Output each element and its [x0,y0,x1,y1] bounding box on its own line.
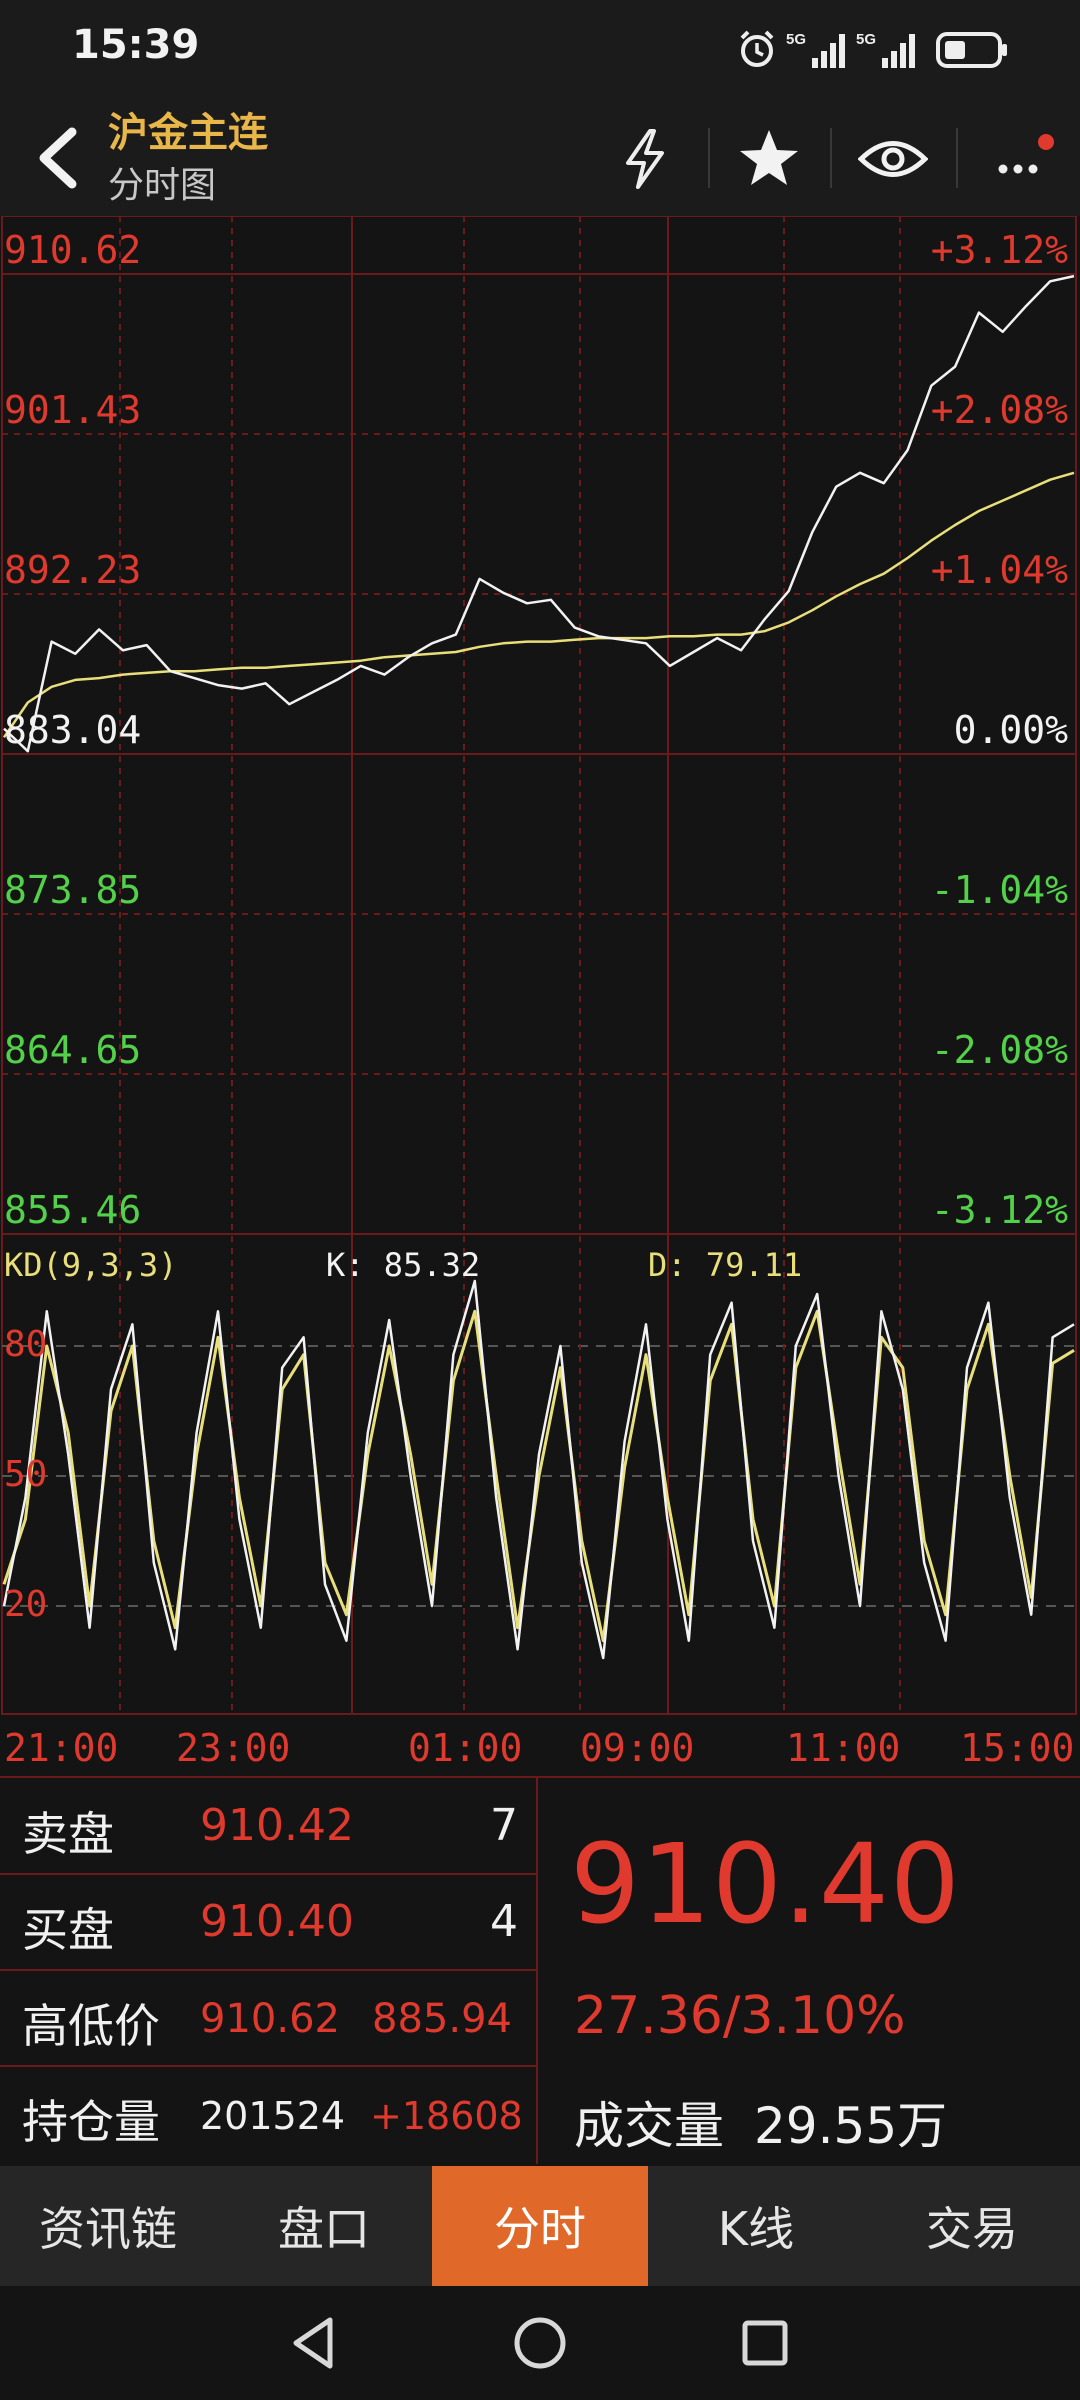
signal-5g-icon: 5G [856,30,920,74]
open-interest-value: 201524 [200,2094,346,2138]
nav-back-button[interactable] [280,2308,350,2378]
ask-qty: 7 [490,1800,518,1851]
app-header: 沪金主连 分时图 [0,100,1080,216]
kd-level-label: 20 [4,1584,48,1625]
high-low-row: 高低价 910.62 885.94 [0,1970,536,2067]
kd-d-value: D: 79.11 [648,1246,803,1284]
time-axis-label: 23:00 [176,1726,291,1770]
circle-home-icon [514,2317,566,2369]
panel-divider [536,1776,538,2164]
chevron-left-icon [39,127,77,189]
svg-text:5G: 5G [856,31,876,48]
status-time: 15:39 [72,22,200,68]
price-axis-label: 901.43 [4,388,142,432]
ask-label: 卖盘 [22,1807,114,1861]
header-divider [956,128,958,188]
kd-title: KD(9,3,3) [4,1246,178,1284]
intraday-chart[interactable]: 910.62 901.43 892.23 883.04 873.85 864.6… [0,215,1080,1776]
open-interest-row: 持仓量 201524 +18608 [0,2066,536,2161]
more-button[interactable] [976,114,1066,204]
pct-axis-label: -1.04% [930,868,1068,912]
price-line [3,274,1075,753]
tab-intraday[interactable]: 分时 [432,2166,648,2286]
bid-row: 买盘 910.40 4 [0,1874,536,1971]
flash-button[interactable] [600,114,690,204]
pct-axis-label: +2.08% [930,388,1068,432]
price-axis-label: 873.85 [4,868,142,912]
square-recents-icon [742,2320,788,2366]
lightning-icon [626,129,664,189]
low-price: 885.94 [372,1996,512,2042]
chart-canvas [1,215,1077,1715]
triangle-back-icon [293,2317,333,2369]
price-axis-label: 892.23 [4,548,142,592]
nav-home-button[interactable] [505,2308,575,2378]
high-low-label: 高低价 [22,1999,160,2053]
price-axis-label: 855.46 [4,1188,142,1232]
page-title: 沪金主连 [108,110,268,156]
signal-5g-icon: 5G [786,30,850,74]
bid-label: 买盘 [22,1903,114,1957]
pct-axis-label: -2.08% [930,1028,1068,1072]
bid-qty: 4 [490,1896,518,1947]
kd-k-value: K: 85.32 [326,1246,481,1284]
status-bar: 15:39 5G 5G [0,0,1080,100]
price-axis-label: 910.62 [4,228,142,272]
open-interest-change: +18608 [370,2094,523,2138]
star-icon [740,130,798,185]
average-price-line [2,471,1075,739]
kd-level-label: 50 [4,1454,48,1495]
time-axis-label: 09:00 [580,1726,695,1770]
tab-order-book[interactable]: 盘口 [216,2166,432,2286]
kd-level-label: 80 [4,1324,48,1365]
pct-axis-label: -3.12% [930,1188,1068,1232]
price-axis-label: 883.04 [4,708,142,752]
pct-axis-label: +3.12% [930,228,1068,272]
pct-axis-label: 0.00% [953,708,1068,752]
alarm-icon [736,28,778,74]
time-axis-label: 01:00 [408,1726,523,1770]
header-divider [708,128,710,188]
eye-icon [858,141,928,177]
price-change: 27.36/3.10% [574,1986,906,2046]
pct-axis-label: +1.04% [930,548,1068,592]
watch-button[interactable] [848,114,938,204]
time-axis-label: 11:00 [786,1726,901,1770]
system-nav-bar [0,2286,1080,2400]
back-button[interactable] [24,116,94,200]
page-subtitle: 分时图 [108,165,217,206]
time-axis-label: 21:00 [4,1726,119,1770]
time-axis-label: 15:00 [960,1726,1075,1770]
ask-price: 910.42 [200,1800,354,1851]
header-divider [830,128,832,188]
volume-label: 成交量 [574,2097,724,2155]
svg-text:5G: 5G [786,31,806,48]
high-price: 910.62 [200,1996,340,2042]
ask-row: 卖盘 910.42 7 [0,1778,536,1875]
nav-recents-button[interactable] [730,2308,800,2378]
battery-icon [936,30,1010,74]
open-interest-label: 持仓量 [22,2095,160,2149]
favorite-button[interactable] [724,114,814,204]
bottom-tab-bar: 资讯链 盘口 分时 K线 交易 [0,2166,1080,2286]
bid-price: 910.40 [200,1896,354,1947]
price-axis-label: 864.65 [4,1028,142,1072]
volume-value: 29.55万 [754,2097,948,2155]
last-price: 910.40 [570,1820,961,1948]
tab-news[interactable]: 资讯链 [0,2166,216,2286]
tab-trade[interactable]: 交易 [864,2166,1080,2286]
tab-kline[interactable]: K线 [648,2166,864,2286]
more-dots-icon [998,134,1054,174]
